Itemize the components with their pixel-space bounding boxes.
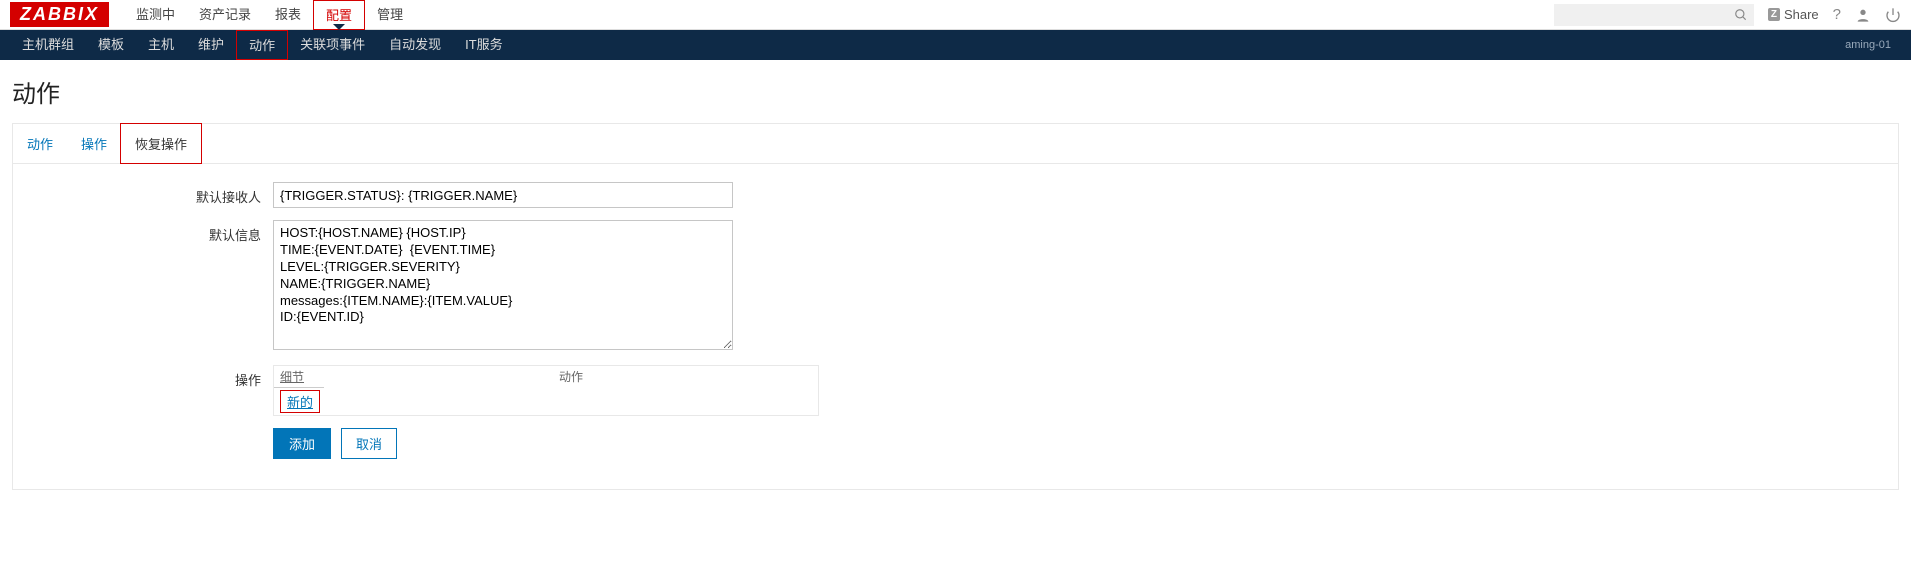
label-message: 默认信息 [33,220,273,244]
label-recipient: 默认接收人 [33,182,273,206]
ops-col-action: 动作 [324,366,818,388]
form-card: 动作 操作 恢复操作 默认接收人 默认信息 操作 细节 动作 [12,123,1899,490]
topbar-right: Z Share ? [1554,4,1901,26]
subnav-templates[interactable]: 模板 [86,30,136,60]
subnav-hosts[interactable]: 主机 [136,30,186,60]
topnav-reports[interactable]: 报表 [263,0,313,30]
subnav-discovery[interactable]: 自动发现 [377,30,453,60]
host-label: aming-01 [1845,39,1901,51]
topnav-config[interactable]: 配置 [313,0,365,30]
subnav-hostgroups[interactable]: 主机群组 [10,30,86,60]
ops-new-link[interactable]: 新的 [280,390,320,413]
topbar: ZABBIX 监测中 资产记录 报表 配置 管理 Z Share ? [0,0,1911,30]
ops-col-detail: 细节 [274,366,324,388]
share-z-icon: Z [1768,8,1780,21]
ops-table: 细节 动作 新的 [273,365,819,416]
topnav: 监测中 资产记录 报表 配置 管理 [124,0,415,30]
add-button[interactable]: 添加 [273,428,331,459]
help-icon[interactable]: ? [1833,6,1841,23]
page-title: 动作 [0,60,1911,123]
ops-new-row: 新的 [274,388,818,415]
textarea-message[interactable] [273,220,733,350]
row-ops: 操作 细节 动作 新的 [33,365,1878,416]
row-recipient: 默认接收人 [33,182,1878,208]
subnav-actions[interactable]: 动作 [236,30,288,60]
topnav-admin[interactable]: 管理 [365,0,415,30]
share-label: Share [1784,7,1819,22]
share-button[interactable]: Z Share [1768,7,1819,22]
subnav-maintenance[interactable]: 维护 [186,30,236,60]
user-icon[interactable] [1855,6,1871,23]
tab-recovery[interactable]: 恢复操作 [120,123,202,164]
topnav-monitor[interactable]: 监测中 [124,0,187,30]
subnav-itservices[interactable]: IT服务 [453,30,515,60]
subbar: 主机群组 模板 主机 维护 动作 关联项事件 自动发现 IT服务 aming-0… [0,30,1911,60]
subnav: 主机群组 模板 主机 维护 动作 关联项事件 自动发现 IT服务 [10,30,515,60]
tab-operation[interactable]: 操作 [67,124,121,163]
form-body: 默认接收人 默认信息 操作 细节 动作 新的 [13,164,1898,489]
row-buttons: 添加 取消 [33,428,1878,459]
search-icon [1734,7,1748,23]
tab-action[interactable]: 动作 [13,124,67,163]
topnav-inventory[interactable]: 资产记录 [187,0,263,30]
search-input[interactable] [1554,4,1754,26]
tabs: 动作 操作 恢复操作 [13,124,1898,164]
power-icon[interactable] [1885,6,1901,23]
label-ops: 操作 [33,365,273,389]
cancel-button[interactable]: 取消 [341,428,397,459]
ops-header: 细节 动作 [274,366,818,388]
logo: ZABBIX [10,2,109,27]
subnav-correlation[interactable]: 关联项事件 [288,30,377,60]
input-recipient[interactable] [273,182,733,208]
row-message: 默认信息 [33,220,1878,353]
